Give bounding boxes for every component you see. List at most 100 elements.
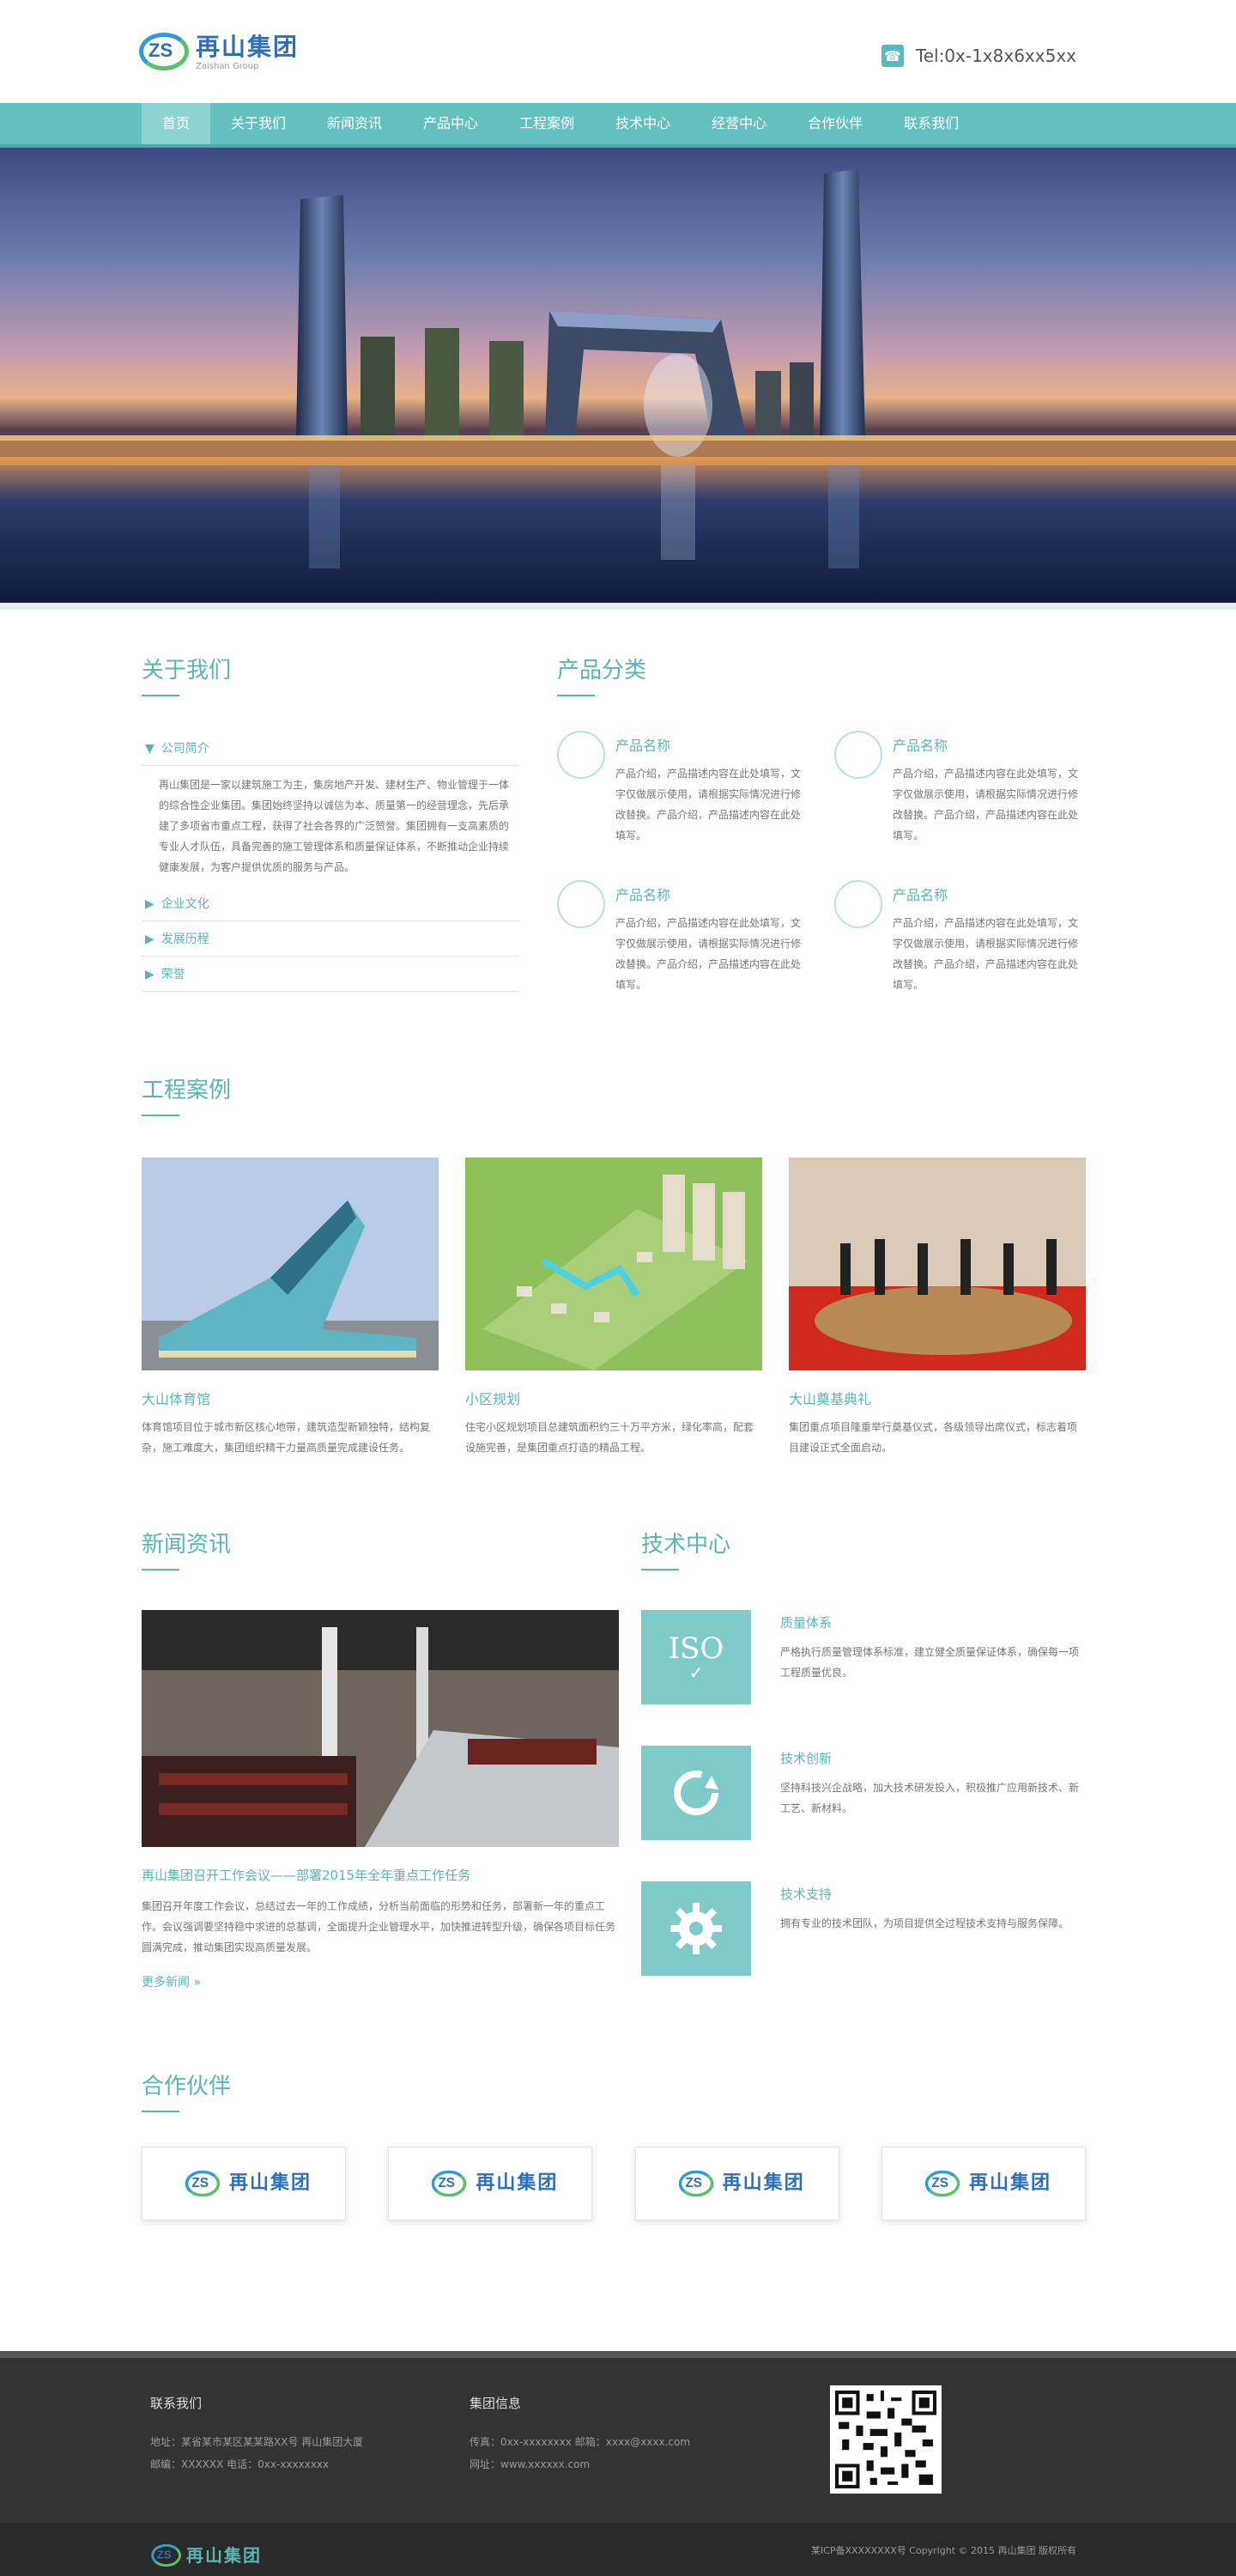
case-image-residential[interactable] xyxy=(465,1157,762,1370)
case-card[interactable]: 大山体育馆 体育馆项目位于城市新区核心地带，建筑造型新颖独特，结构复杂，施工难度… xyxy=(142,1157,439,1458)
tech-item[interactable]: 技术支持 拥有专业的技术团队，为项目提供全过程技术支持与服务保障。 xyxy=(641,1881,1086,1976)
tech-title: 技术中心 xyxy=(641,1527,1086,1571)
cases-title: 工程案例 xyxy=(142,1072,1086,1116)
tech-desc: 严格执行质量管理体系标准，建立健全质量保证体系，确保每一项工程质量优良。 xyxy=(780,1646,1080,1679)
footer-info: 集团信息 传真：0xx-xxxxxxxx 邮箱：xxxx@xxxx.com 网址… xyxy=(470,2394,789,2476)
product-circle-icon xyxy=(834,880,882,928)
case-name: 大山体育馆 xyxy=(142,1391,211,1407)
logo-mark-icon: ZS xyxy=(924,2169,960,2198)
about-item-culture[interactable]: ▶ 企业文化 xyxy=(142,886,519,921)
tech-name: 技术支持 xyxy=(780,1886,833,1902)
partner-logo[interactable]: ZS 再山集团 xyxy=(634,2147,839,2221)
triangle-down-icon: ▼ xyxy=(145,742,154,756)
triangle-right-icon: ▶ xyxy=(145,897,154,911)
header-phone: ☎ Tel:0x-1x8x6xx5xx xyxy=(881,45,1076,67)
banner-divider xyxy=(0,603,1236,610)
copyright-text: 某ICP备XXXXXXXX号 Copyright © 2015 再山集团 版权所… xyxy=(810,2545,1076,2556)
city-skyline-image xyxy=(0,169,1236,603)
copyright-bar: ZS 再山集团 某ICP备XXXXXXXX号 Copyright © 2015 … xyxy=(0,2523,1236,2576)
partner-logo[interactable]: ZS 再山集团 xyxy=(881,2147,1086,2221)
news-headline[interactable]: 再山集团召开工作会议——部署2015年全年重点工作任务 xyxy=(142,1866,619,1884)
case-image-stadium[interactable] xyxy=(142,1157,439,1370)
tech-section: 技术中心 ISO ✓ 质量体系 严格执行质量管理体系标准，建立健全质量保证体系，… xyxy=(641,1527,1086,2017)
triangle-right-icon: ▶ xyxy=(145,968,154,981)
product-desc: 产品介绍，产品描述内容在此处填写，文字仅做展示使用，请根据实际情况进行修改替换。… xyxy=(615,917,802,991)
nav-item-business[interactable]: 经营中心 xyxy=(691,103,787,144)
nav-item-partners[interactable]: 合作伙伴 xyxy=(787,103,883,144)
nav-item-about[interactable]: 关于我们 xyxy=(210,103,306,144)
news-summary: 集团召开年度工作会议，总结过去一年的工作成绩，分析当前面临的形势和任务，部署新一… xyxy=(142,1900,616,1953)
site-logo[interactable]: ZS 再山集团 Zaishan Group xyxy=(137,31,299,72)
tech-name: 质量体系 xyxy=(780,1615,833,1631)
partners-section: 合作伙伴 ZS 再山集团 ZS 再山集团 ZS 再山集团 ZS 再山集团 xyxy=(142,2069,1086,2221)
nav-item-products[interactable]: 产品中心 xyxy=(403,103,499,144)
partner-logo[interactable]: ZS 再山集团 xyxy=(142,2147,346,2221)
refresh-icon xyxy=(641,1746,751,1840)
footer-contact-line: 地址：某省某市某区某某路XX号 再山集团大厦 xyxy=(150,2436,364,2448)
site-footer: 联系我们 地址：某省某市某区某某路XX号 再山集团大厦 邮编：XXXXXX 电话… xyxy=(0,2351,1236,2576)
case-card[interactable]: 小区规划 住宅小区规划项目总建筑面积约三十万平方米，绿化率高，配套设施完善，是集… xyxy=(465,1157,762,1458)
site-header: ZS 再山集团 Zaishan Group ☎ Tel:0x-1x8x6xx5x… xyxy=(0,0,1236,103)
case-name: 小区规划 xyxy=(465,1391,521,1407)
footer-info-title: 集团信息 xyxy=(470,2396,522,2411)
logo-mark-icon: ZS xyxy=(431,2169,468,2198)
news-image-meeting[interactable] xyxy=(142,1610,619,1847)
tech-name: 技术创新 xyxy=(780,1751,833,1766)
tech-desc: 拥有专业的技术团队，为项目提供全过程技术支持与服务保障。 xyxy=(780,1917,1069,1929)
phone-number: Tel:0x-1x8x6xx5xx xyxy=(915,46,1076,66)
case-desc: 住宅小区规划项目总建筑面积约三十万平方米，绿化率高，配套设施完善，是集团重点打造… xyxy=(465,1421,754,1454)
logo-mark-icon: ZS xyxy=(677,2169,714,2198)
tech-item[interactable]: ISO ✓ 质量体系 严格执行质量管理体系标准，建立健全质量保证体系，确保每一项… xyxy=(641,1610,1086,1704)
products-title: 产品分类 xyxy=(557,653,1086,696)
iso-badge-icon: ISO ✓ xyxy=(641,1610,751,1704)
product-card[interactable]: 产品名称 产品介绍，产品描述内容在此处填写，文字仅做展示使用，请根据实际情况进行… xyxy=(834,880,1086,995)
nav-item-tech[interactable]: 技术中心 xyxy=(595,103,691,144)
product-card[interactable]: 产品名称 产品介绍，产品描述内容在此处填写，文字仅做展示使用，请根据实际情况进行… xyxy=(557,731,809,846)
product-desc: 产品介绍，产品描述内容在此处填写，文字仅做展示使用，请根据实际情况进行修改替换。… xyxy=(893,917,1079,991)
products-section: 产品分类 产品名称 产品介绍，产品描述内容在此处填写，文字仅做展示使用，请根据实… xyxy=(557,653,1086,995)
hero-banner xyxy=(0,148,1236,603)
about-item-honor[interactable]: ▶ 荣誉 xyxy=(142,957,519,992)
news-section: 新闻资讯 再山集团召开工作会议——部署2015年全年重点工作任务 集团召开年度工… xyxy=(142,1527,619,2017)
about-item-profile[interactable]: ▼ 公司简介 xyxy=(142,731,519,766)
case-desc: 集团重点项目隆重举行奠基仪式，各级领导出席仪式，标志着项目建设正式全面启动。 xyxy=(789,1421,1078,1454)
tech-item[interactable]: 技术创新 坚持科技兴企战略，加大技术研发投入，积极推广应用新技术、新工艺、新材料… xyxy=(641,1746,1086,1840)
gear-icon xyxy=(641,1881,751,1976)
product-desc: 产品介绍，产品描述内容在此处填写，文字仅做展示使用，请根据实际情况进行修改替换。… xyxy=(615,768,802,841)
cases-section: 工程案例 大山体育馆 体育馆项目位于城市新区核心地带，建筑造型新颖独特，结构复杂… xyxy=(142,1072,1086,1458)
product-card[interactable]: 产品名称 产品介绍，产品描述内容在此处填写，文字仅做展示使用，请根据实际情况进行… xyxy=(557,880,809,995)
partner-logo[interactable]: ZS 再山集团 xyxy=(388,2147,593,2221)
about-title: 关于我们 xyxy=(142,653,519,696)
about-profile-body: 再山集团是一家以建筑施工为主，集房地产开发、建材生产、物业管理于一体的综合性企业… xyxy=(159,779,510,873)
product-circle-icon xyxy=(557,731,605,779)
product-name: 产品名称 xyxy=(893,887,948,903)
product-name: 产品名称 xyxy=(615,738,671,754)
product-circle-icon xyxy=(834,731,882,779)
qr-code-icon xyxy=(830,2385,942,2494)
product-card[interactable]: 产品名称 产品介绍，产品描述内容在此处填写，文字仅做展示使用，请根据实际情况进行… xyxy=(834,731,1086,846)
nav-item-cases[interactable]: 工程案例 xyxy=(499,103,595,144)
product-desc: 产品介绍，产品描述内容在此处填写，文字仅做展示使用，请根据实际情况进行修改替换。… xyxy=(893,768,1079,841)
logo-mark-icon: ZS xyxy=(150,2543,182,2568)
partners-title: 合作伙伴 xyxy=(142,2069,1086,2112)
news-more-link[interactable]: 更多新闻 » xyxy=(142,1973,619,1990)
logo-name: 再山集团 xyxy=(196,32,300,61)
main-nav: 首页 关于我们 新闻资讯 产品中心 工程案例 技术中心 经营中心 合作伙伴 联系… xyxy=(0,103,1236,148)
phone-icon: ☎ xyxy=(881,45,904,67)
product-name: 产品名称 xyxy=(615,887,671,903)
logo-mark-icon: ZS xyxy=(184,2169,221,2198)
triangle-right-icon: ▶ xyxy=(145,933,154,946)
case-image-ceremony[interactable] xyxy=(789,1157,1086,1370)
nav-item-contact[interactable]: 联系我们 xyxy=(883,103,979,144)
footer-info-line: 网址：www.xxxxxx.com xyxy=(470,2458,591,2470)
footer-info-line: 传真：0xx-xxxxxxxx 邮箱：xxxx@xxxx.com xyxy=(470,2436,691,2448)
nav-item-news[interactable]: 新闻资讯 xyxy=(306,103,403,144)
case-card[interactable]: 大山奠基典礼 集团重点项目隆重举行奠基仪式，各级领导出席仪式，标志着项目建设正式… xyxy=(789,1157,1086,1458)
tech-desc: 坚持科技兴企战略，加大技术研发投入，积极推广应用新技术、新工艺、新材料。 xyxy=(780,1782,1080,1814)
about-section: 关于我们 ▼ 公司简介 再山集团是一家以建筑施工为主，集房地产开发、建材生产、物业… xyxy=(142,653,519,995)
logo-subtitle: Zaishan Group xyxy=(196,61,259,71)
about-item-history[interactable]: ▶ 发展历程 xyxy=(142,921,519,957)
nav-item-home[interactable]: 首页 xyxy=(142,103,211,144)
product-circle-icon xyxy=(557,880,605,928)
footer-logo[interactable]: ZS 再山集团 xyxy=(150,2535,262,2576)
